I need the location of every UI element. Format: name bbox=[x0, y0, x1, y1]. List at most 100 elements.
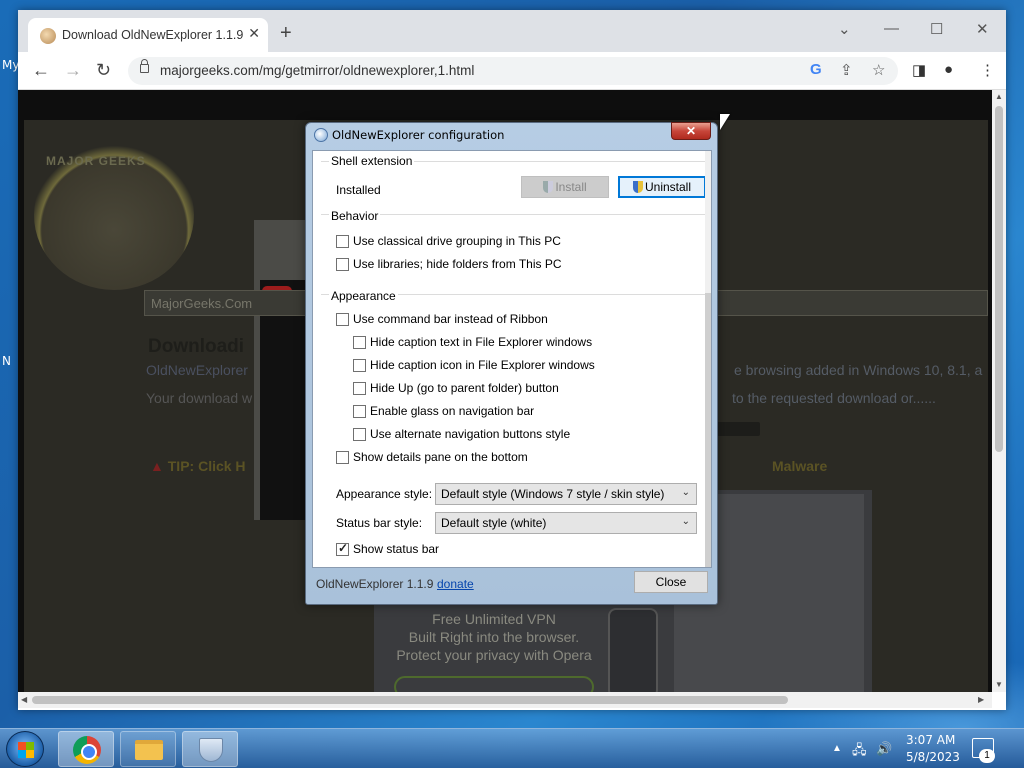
back-icon[interactable]: ← bbox=[32, 59, 50, 81]
show-hidden-icons[interactable]: ▲ bbox=[832, 743, 842, 754]
hide-up-button-label[interactable]: Hide Up (go to parent folder) button bbox=[370, 381, 559, 395]
status-bar-style-value: Default style (white) bbox=[441, 516, 547, 530]
hide-caption-icon-label[interactable]: Hide caption icon in File Explorer windo… bbox=[370, 358, 595, 372]
taskbar-explorer[interactable] bbox=[120, 731, 176, 767]
status-bar-style-select[interactable]: Default style (white) ⌄ bbox=[435, 512, 697, 534]
youtube-player[interactable] bbox=[260, 280, 310, 520]
close-button[interactable]: Close bbox=[634, 571, 708, 593]
hide-up-button-checkbox[interactable] bbox=[353, 382, 366, 395]
tab-close-icon[interactable]: ✕ bbox=[248, 25, 260, 42]
vertical-scroll-thumb[interactable] bbox=[995, 106, 1003, 452]
command-bar-checkbox[interactable] bbox=[336, 313, 349, 326]
logo-text: MAJOR GEEKS bbox=[46, 154, 146, 168]
majorgeeks-favicon-icon bbox=[40, 28, 56, 44]
majorgeeks-logo[interactable]: MAJOR GEEKS bbox=[34, 140, 194, 290]
uninstall-label: Uninstall bbox=[644, 180, 692, 194]
dialog-scrollbar[interactable] bbox=[705, 151, 711, 567]
forward-icon[interactable]: → bbox=[64, 59, 82, 81]
tab-strip: Download OldNewExplorer 1.1.9 ✕ + ⌄ — ☐ … bbox=[18, 10, 1006, 52]
new-tab-button[interactable]: + bbox=[280, 23, 292, 43]
network-icon[interactable]: 🖧 bbox=[852, 741, 867, 763]
menu-kebab-icon[interactable]: ⋮ bbox=[980, 61, 995, 79]
desktop-icon-label[interactable]: N bbox=[2, 354, 11, 368]
details-pane-bottom-label[interactable]: Show details pane on the bottom bbox=[353, 450, 528, 464]
enable-glass-label[interactable]: Enable glass on navigation bar bbox=[370, 404, 534, 418]
shell-status-text: Installed bbox=[336, 183, 381, 197]
folder-icon bbox=[135, 740, 163, 760]
classical-drive-grouping-checkbox[interactable] bbox=[336, 235, 349, 248]
bookmark-star-icon[interactable]: ☆ bbox=[872, 61, 885, 79]
show-status-bar-label[interactable]: Show status bar bbox=[353, 542, 439, 556]
clock-time[interactable]: 3:07 AM bbox=[906, 733, 955, 747]
ad-line: Protect your privacy with Opera bbox=[396, 647, 592, 663]
windows-logo-icon bbox=[18, 742, 34, 758]
classical-drive-grouping-label[interactable]: Use classical drive grouping in This PC bbox=[353, 234, 561, 248]
details-pane-bottom-checkbox[interactable] bbox=[336, 451, 349, 464]
use-libraries-label[interactable]: Use libraries; hide folders from This PC bbox=[353, 257, 562, 271]
uac-shield-icon bbox=[632, 181, 643, 193]
oldnewexplorer-config-dialog: OldNewExplorer configuration ✕ Shell ext… bbox=[305, 122, 718, 605]
tab-title: Download OldNewExplorer 1.1.9 bbox=[62, 28, 244, 42]
ad-text: Free Unlimited VPN Built Right into the … bbox=[394, 610, 594, 664]
install-label: Install bbox=[555, 180, 587, 194]
maximize-button[interactable]: ☐ bbox=[930, 20, 943, 38]
download-progress bbox=[714, 422, 760, 436]
horizontal-scrollbar[interactable]: ◀ ▶ bbox=[18, 692, 992, 708]
appearance-style-value: Default style (Windows 7 style / skin st… bbox=[441, 487, 665, 501]
page-text: to the requested download or...... bbox=[732, 390, 936, 406]
alternate-nav-buttons-checkbox[interactable] bbox=[353, 428, 366, 441]
status-bar-style-label: Status bar style: bbox=[336, 516, 423, 530]
reload-icon[interactable]: ↻ bbox=[96, 59, 111, 81]
browser-tab[interactable]: Download OldNewExplorer 1.1.9 ✕ bbox=[28, 18, 268, 52]
chevron-down-icon: ⌄ bbox=[681, 516, 690, 527]
clock-date[interactable]: 5/8/2023 bbox=[906, 750, 960, 764]
vertical-scrollbar[interactable]: ▲ ▼ bbox=[992, 90, 1006, 692]
profile-icon[interactable]: ● bbox=[944, 61, 953, 78]
scroll-up-icon[interactable]: ▲ bbox=[995, 92, 1003, 101]
alternate-nav-buttons-label[interactable]: Use alternate navigation buttons style bbox=[370, 427, 570, 441]
lock-icon[interactable] bbox=[140, 59, 149, 73]
address-bar[interactable]: majorgeeks.com/mg/getmirror/oldnewexplor… bbox=[128, 57, 898, 85]
tip-label: TIP: Click H bbox=[167, 458, 246, 474]
taskbar-chrome[interactable] bbox=[58, 731, 114, 767]
side-panel-icon[interactable]: ◨ bbox=[912, 61, 926, 79]
uninstall-button[interactable]: Uninstall bbox=[618, 176, 706, 198]
enable-glass-checkbox[interactable] bbox=[353, 405, 366, 418]
taskbar-oldnewexplorer[interactable] bbox=[182, 731, 238, 767]
share-icon[interactable]: ⇪ bbox=[840, 61, 853, 79]
donate-link[interactable]: donate bbox=[437, 577, 474, 591]
scroll-down-icon[interactable]: ▼ bbox=[995, 680, 1003, 689]
dialog-close-button[interactable]: ✕ bbox=[671, 122, 711, 140]
phone-image bbox=[608, 608, 658, 692]
close-window-button[interactable]: ✕ bbox=[976, 20, 989, 38]
dialog-scroll-thumb[interactable] bbox=[705, 293, 711, 567]
url-text[interactable]: majorgeeks.com/mg/getmirror/oldnewexplor… bbox=[160, 63, 474, 78]
install-button[interactable]: Install bbox=[521, 176, 609, 198]
taskbar: ▲ 🖧 🔊 3:07 AM 5/8/2023 1 bbox=[0, 728, 1024, 768]
browser-toolbar: ← → ↻ majorgeeks.com/mg/getmirror/oldnew… bbox=[18, 52, 1006, 90]
appearance-style-select[interactable]: Default style (Windows 7 style / skin st… bbox=[435, 483, 697, 505]
minimize-button[interactable]: — bbox=[884, 20, 899, 37]
horizontal-scroll-thumb[interactable] bbox=[32, 696, 788, 704]
shield-icon bbox=[199, 738, 223, 762]
start-button[interactable] bbox=[6, 731, 44, 767]
google-lens-icon[interactable]: G bbox=[810, 61, 822, 78]
desktop-icon-label[interactable]: My bbox=[2, 58, 19, 72]
scroll-left-icon[interactable]: ◀ bbox=[21, 695, 27, 704]
malware-text: Malware bbox=[772, 458, 828, 474]
dialog-content: Shell extension Installed Install Uninst… bbox=[312, 150, 712, 568]
volume-icon[interactable]: 🔊 bbox=[876, 741, 892, 757]
show-status-bar-checkbox[interactable] bbox=[336, 541, 349, 556]
hide-caption-text-label[interactable]: Hide caption text in File Explorer windo… bbox=[370, 335, 592, 349]
tip-text: ▲ TIP: Click H bbox=[150, 458, 246, 474]
shell-extension-label: Shell extension bbox=[329, 154, 415, 168]
hide-caption-icon-checkbox[interactable] bbox=[353, 359, 366, 372]
dialog-title: OldNewExplorer configuration bbox=[332, 128, 505, 142]
use-libraries-checkbox[interactable] bbox=[336, 258, 349, 271]
hide-caption-text-checkbox[interactable] bbox=[353, 336, 366, 349]
search-tabs-icon[interactable]: ⌄ bbox=[838, 20, 851, 38]
mouse-cursor bbox=[720, 114, 730, 130]
ad-button[interactable] bbox=[394, 676, 594, 692]
command-bar-label[interactable]: Use command bar instead of Ribbon bbox=[353, 312, 548, 326]
scroll-right-icon[interactable]: ▶ bbox=[978, 695, 984, 704]
